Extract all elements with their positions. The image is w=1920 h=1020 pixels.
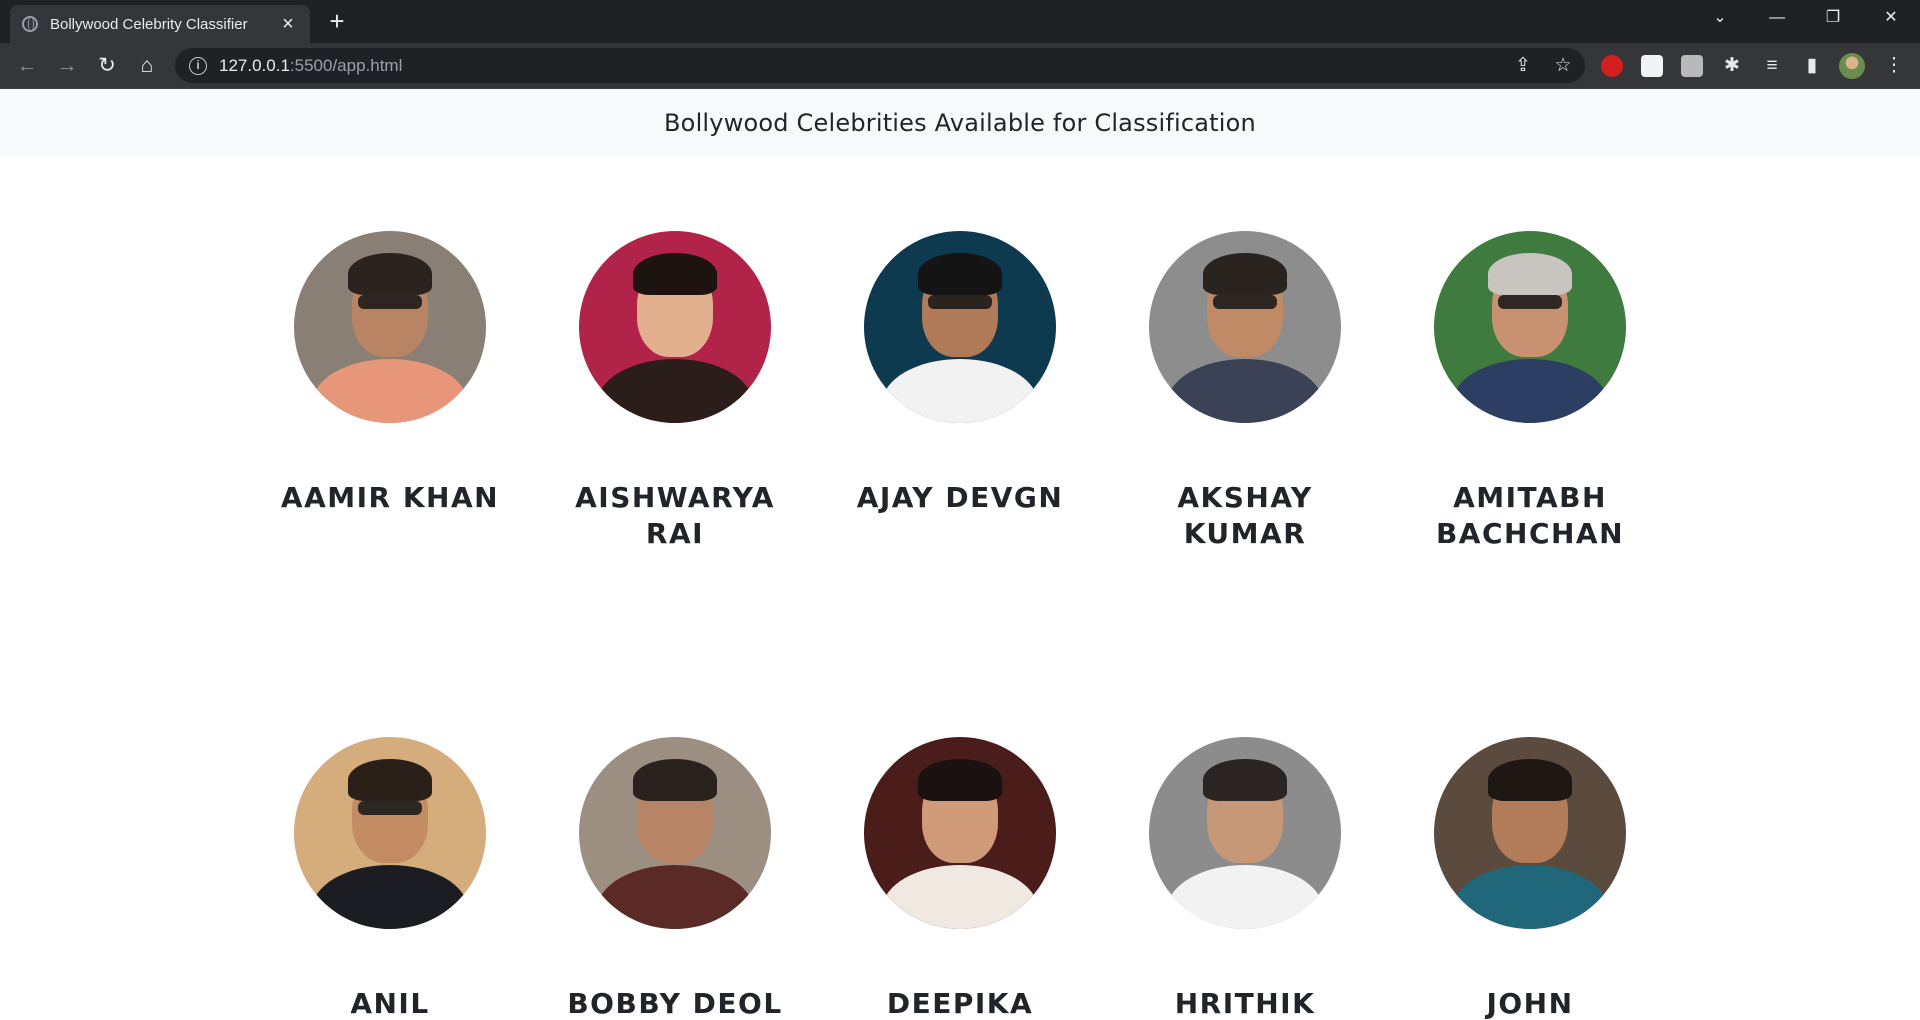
celebrity-photo xyxy=(864,737,1056,929)
celebrity-name: JOHN xyxy=(1486,987,1574,1020)
browser-tabstrip: Bollywood Celebrity Classifier × + ⌄ — ❐… xyxy=(0,0,1920,43)
celebrity-photo xyxy=(294,737,486,929)
page-content: Bollywood Celebrities Available for Clas… xyxy=(0,89,1920,1020)
menu-kebab-icon[interactable]: ⋮ xyxy=(1881,53,1907,79)
minimize-icon[interactable]: — xyxy=(1752,0,1802,36)
back-icon[interactable]: ← xyxy=(12,51,42,81)
celebrity-card: AISHWARYA RAI xyxy=(565,231,785,552)
celebrity-name: AAMIR KHAN xyxy=(280,481,500,514)
celebrity-name: DEEPIKA xyxy=(886,987,1034,1020)
address-url[interactable]: 127.0.0.1:5500/app.html xyxy=(219,56,402,76)
extension-b-icon[interactable] xyxy=(1641,55,1663,77)
new-tab-button[interactable]: + xyxy=(322,6,352,36)
tab-search-icon[interactable]: ⌄ xyxy=(1695,0,1745,36)
celebrity-photo xyxy=(1434,231,1626,423)
bookmark-star-icon[interactable]: ☆ xyxy=(1551,54,1575,78)
window-close-icon[interactable]: ✕ xyxy=(1866,0,1916,36)
home-icon[interactable]: ⌂ xyxy=(132,51,162,81)
forward-icon[interactable]: → xyxy=(52,51,82,81)
celebrity-card: DEEPIKA xyxy=(850,737,1070,1020)
tab-title: Bollywood Celebrity Classifier xyxy=(50,15,248,33)
media-queue-icon[interactable]: ≡ xyxy=(1759,53,1785,79)
celebrity-photo xyxy=(864,231,1056,423)
celebrity-card: AJAY DEVGN xyxy=(850,231,1070,516)
browser-tab[interactable]: Bollywood Celebrity Classifier × xyxy=(10,5,310,43)
profile-avatar[interactable] xyxy=(1839,53,1865,79)
celebrity-card: AKSHAY KUMAR xyxy=(1135,231,1355,552)
extensions-puzzle-icon[interactable]: ✱ xyxy=(1719,53,1745,79)
celebrity-name: AJAY DEVGN xyxy=(856,481,1064,514)
reload-icon[interactable]: ↻ xyxy=(92,51,122,81)
celebrity-card: JOHN xyxy=(1420,737,1640,1020)
globe-icon xyxy=(22,16,38,32)
address-bar[interactable]: i 127.0.0.1:5500/app.html ⇪ ☆ xyxy=(175,48,1585,83)
extension-image-icon[interactable] xyxy=(1681,55,1703,77)
celebrity-card: AMITABH BACHCHAN xyxy=(1420,231,1640,552)
celebrity-photo xyxy=(579,737,771,929)
browser-toolbar: ← → ↻ ⌂ i 127.0.0.1:5500/app.html ⇪ ☆ ✱ … xyxy=(0,43,1920,89)
site-info-icon[interactable]: i xyxy=(189,56,207,75)
celebrity-photo xyxy=(579,231,771,423)
celebrity-name: HRITHIK xyxy=(1174,987,1316,1020)
header-banner: Bollywood Celebrities Available for Clas… xyxy=(0,89,1920,157)
celebrity-photo xyxy=(1149,231,1341,423)
celebrity-name: ANIL xyxy=(350,987,430,1020)
celebrity-name: AISHWARYA RAI xyxy=(575,481,775,550)
celebrity-photo xyxy=(1149,737,1341,929)
restore-icon[interactable]: ❐ xyxy=(1808,0,1858,36)
page-heading: Bollywood Celebrities Available for Clas… xyxy=(664,109,1256,137)
share-icon[interactable]: ⇪ xyxy=(1511,54,1535,78)
close-tab-icon[interactable]: × xyxy=(278,13,298,36)
extension-stop-icon[interactable] xyxy=(1601,55,1623,77)
side-panel-icon[interactable]: ▮ xyxy=(1799,53,1825,79)
celebrity-card: HRITHIK xyxy=(1135,737,1355,1020)
celebrity-photo xyxy=(1434,737,1626,929)
celebrity-card: ANIL xyxy=(280,737,500,1020)
celebrity-name: BOBBY DEOL xyxy=(567,987,783,1020)
celebrity-card: AAMIR KHAN xyxy=(280,231,500,516)
celebrity-card: BOBBY DEOL xyxy=(565,737,785,1020)
celebrity-name: AMITABH BACHCHAN xyxy=(1435,481,1625,550)
celebrity-photo xyxy=(294,231,486,423)
celebrity-name: AKSHAY KUMAR xyxy=(1177,481,1313,550)
